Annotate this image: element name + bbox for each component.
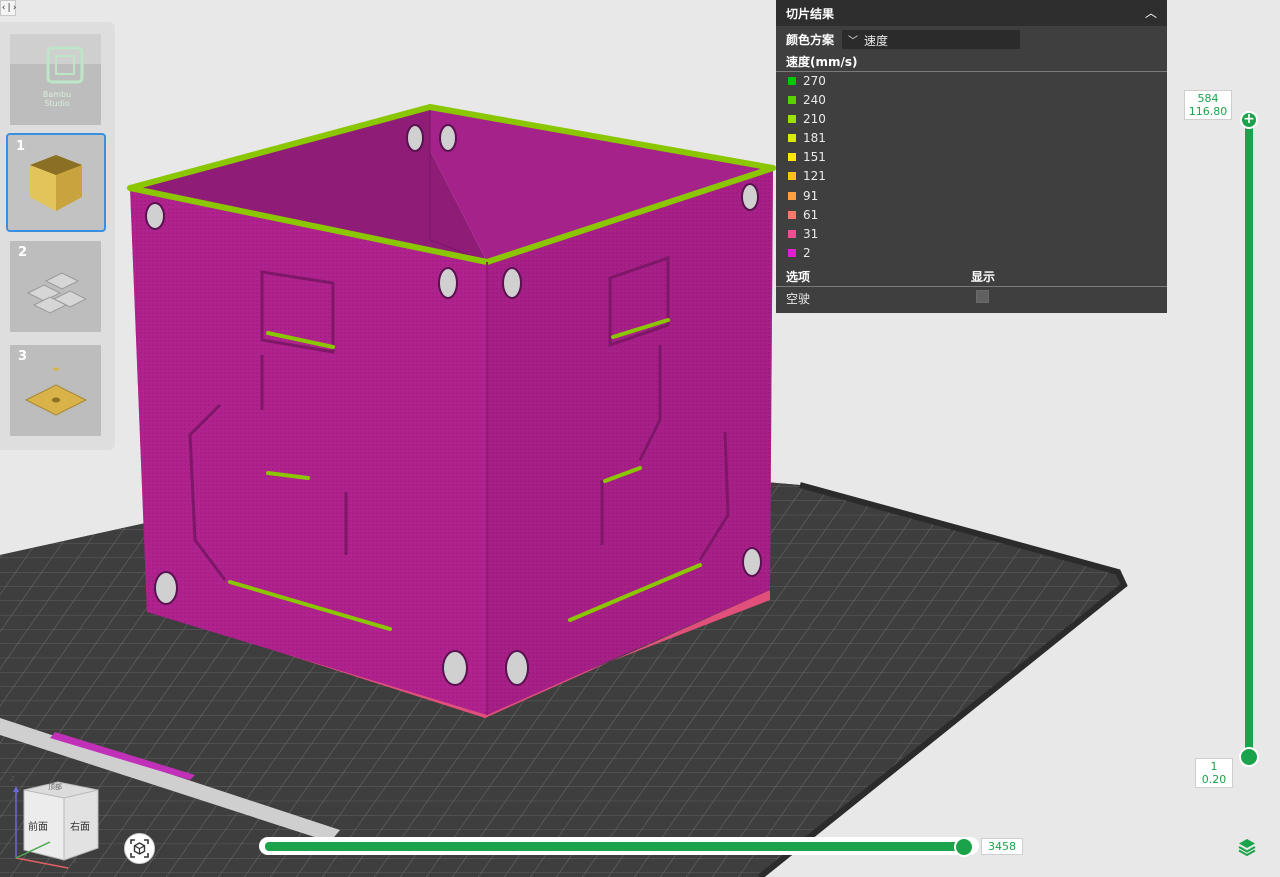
- color-scheme-label: 颜色方案: [786, 33, 835, 47]
- move-slider-handle[interactable]: [954, 837, 974, 857]
- move-slider-track[interactable]: [265, 842, 965, 851]
- reset-view-button[interactable]: [124, 833, 155, 864]
- legend-value: 240: [803, 93, 826, 108]
- legend-value: 121: [803, 169, 826, 184]
- legend-value: 270: [803, 74, 826, 88]
- legend-swatch: [788, 248, 796, 257]
- sidebar-collapse-button[interactable]: ‹|›: [0, 0, 17, 16]
- axis-x-label: x: [72, 856, 78, 866]
- top-layer-tag: 584 116.80: [1184, 90, 1232, 120]
- box-icon: [30, 155, 82, 211]
- layers-icon: [1238, 839, 1256, 857]
- layer-slider-top-handle[interactable]: +: [1240, 111, 1258, 129]
- option-travel-label: 空驶: [786, 292, 811, 306]
- top-layer-number: 584: [1197, 92, 1219, 105]
- legend-swatch: [788, 134, 796, 143]
- plate-thumbnail-placeholder[interactable]: Bambu Studio: [10, 34, 101, 125]
- bottom-layer-height: 0.20: [1201, 773, 1227, 786]
- options-divider: [776, 286, 1167, 287]
- plate-thumbnail-3[interactable]: 3: [10, 345, 101, 436]
- legend-swatch: [788, 191, 796, 200]
- camera-fit-icon: [130, 839, 149, 858]
- legend-swatch: [788, 172, 796, 181]
- top-layer-height: 116.80: [1188, 105, 1228, 118]
- legend-value: 91: [803, 188, 819, 203]
- legend-swatch: [788, 96, 796, 105]
- nav-cube-front-label: 前面: [28, 822, 48, 833]
- color-scheme-dropdown[interactable]: ﹀ 速度: [842, 30, 1020, 49]
- layer-slider-track[interactable]: [1245, 120, 1253, 756]
- legend-swatch: [788, 77, 796, 85]
- legend-swatch: [788, 210, 796, 219]
- scattered-parts-icon: [26, 272, 88, 314]
- collapse-chevron-up-icon[interactable]: ︿: [1143, 4, 1159, 20]
- view-navigation-cube[interactable]: z x 前面 右面 顶部: [6, 768, 106, 872]
- placeholder-logo-icon: [10, 34, 101, 84]
- speed-unit-label: 速度(mm/s): [786, 55, 858, 69]
- options-header: 选项: [786, 270, 811, 284]
- legend-swatch: [788, 115, 796, 124]
- plate-thumbnail-1[interactable]: 1: [6, 133, 106, 232]
- legend-value: 210: [803, 112, 826, 127]
- nav-cube-top-label: 顶部: [48, 783, 62, 791]
- sliced-model-box[interactable]: [127, 104, 776, 718]
- legend-value: 151: [803, 150, 826, 165]
- color-scheme-value: 速度: [864, 34, 889, 48]
- slice-result-title: 切片结果: [786, 7, 835, 21]
- legend-value: 2: [803, 245, 811, 260]
- option-travel-checkbox[interactable]: [976, 290, 989, 303]
- bottom-layer-number: 1: [1210, 760, 1218, 773]
- legend-value: 61: [803, 207, 819, 222]
- axis-z-label: z: [10, 774, 15, 784]
- plate-thumbnail-2[interactable]: 2: [10, 241, 101, 332]
- legend-divider: [776, 71, 1167, 72]
- layer-slider-bottom-handle[interactable]: [1239, 747, 1259, 767]
- bottom-layer-tag: 1 0.20: [1195, 758, 1233, 788]
- chevron-down-icon: ﹀: [848, 36, 858, 47]
- legend-value: 181: [803, 131, 826, 146]
- flat-plate-icon: [24, 367, 88, 416]
- slice-result-header: 切片结果 ︿: [776, 0, 1167, 26]
- legend-value: 31: [803, 226, 819, 241]
- display-header: 显示: [971, 270, 996, 284]
- plate-list-panel: Bambu Studio 1 2 3: [0, 22, 115, 450]
- plate-watermark: Bambu Studio: [42, 90, 72, 108]
- color-scheme-row: 颜色方案 ﹀ 速度: [786, 30, 1156, 50]
- layers-toggle-button[interactable]: [1237, 837, 1257, 857]
- nav-cube-right-label: 右面: [70, 822, 90, 833]
- move-slider-value: 3458: [981, 838, 1023, 855]
- legend-swatch: [788, 153, 796, 162]
- legend-swatch: [788, 229, 796, 238]
- slice-result-panel: 切片结果 ︿ 颜色方案 ﹀ 速度 速度(mm/s) 270 240 210 18…: [776, 0, 1167, 313]
